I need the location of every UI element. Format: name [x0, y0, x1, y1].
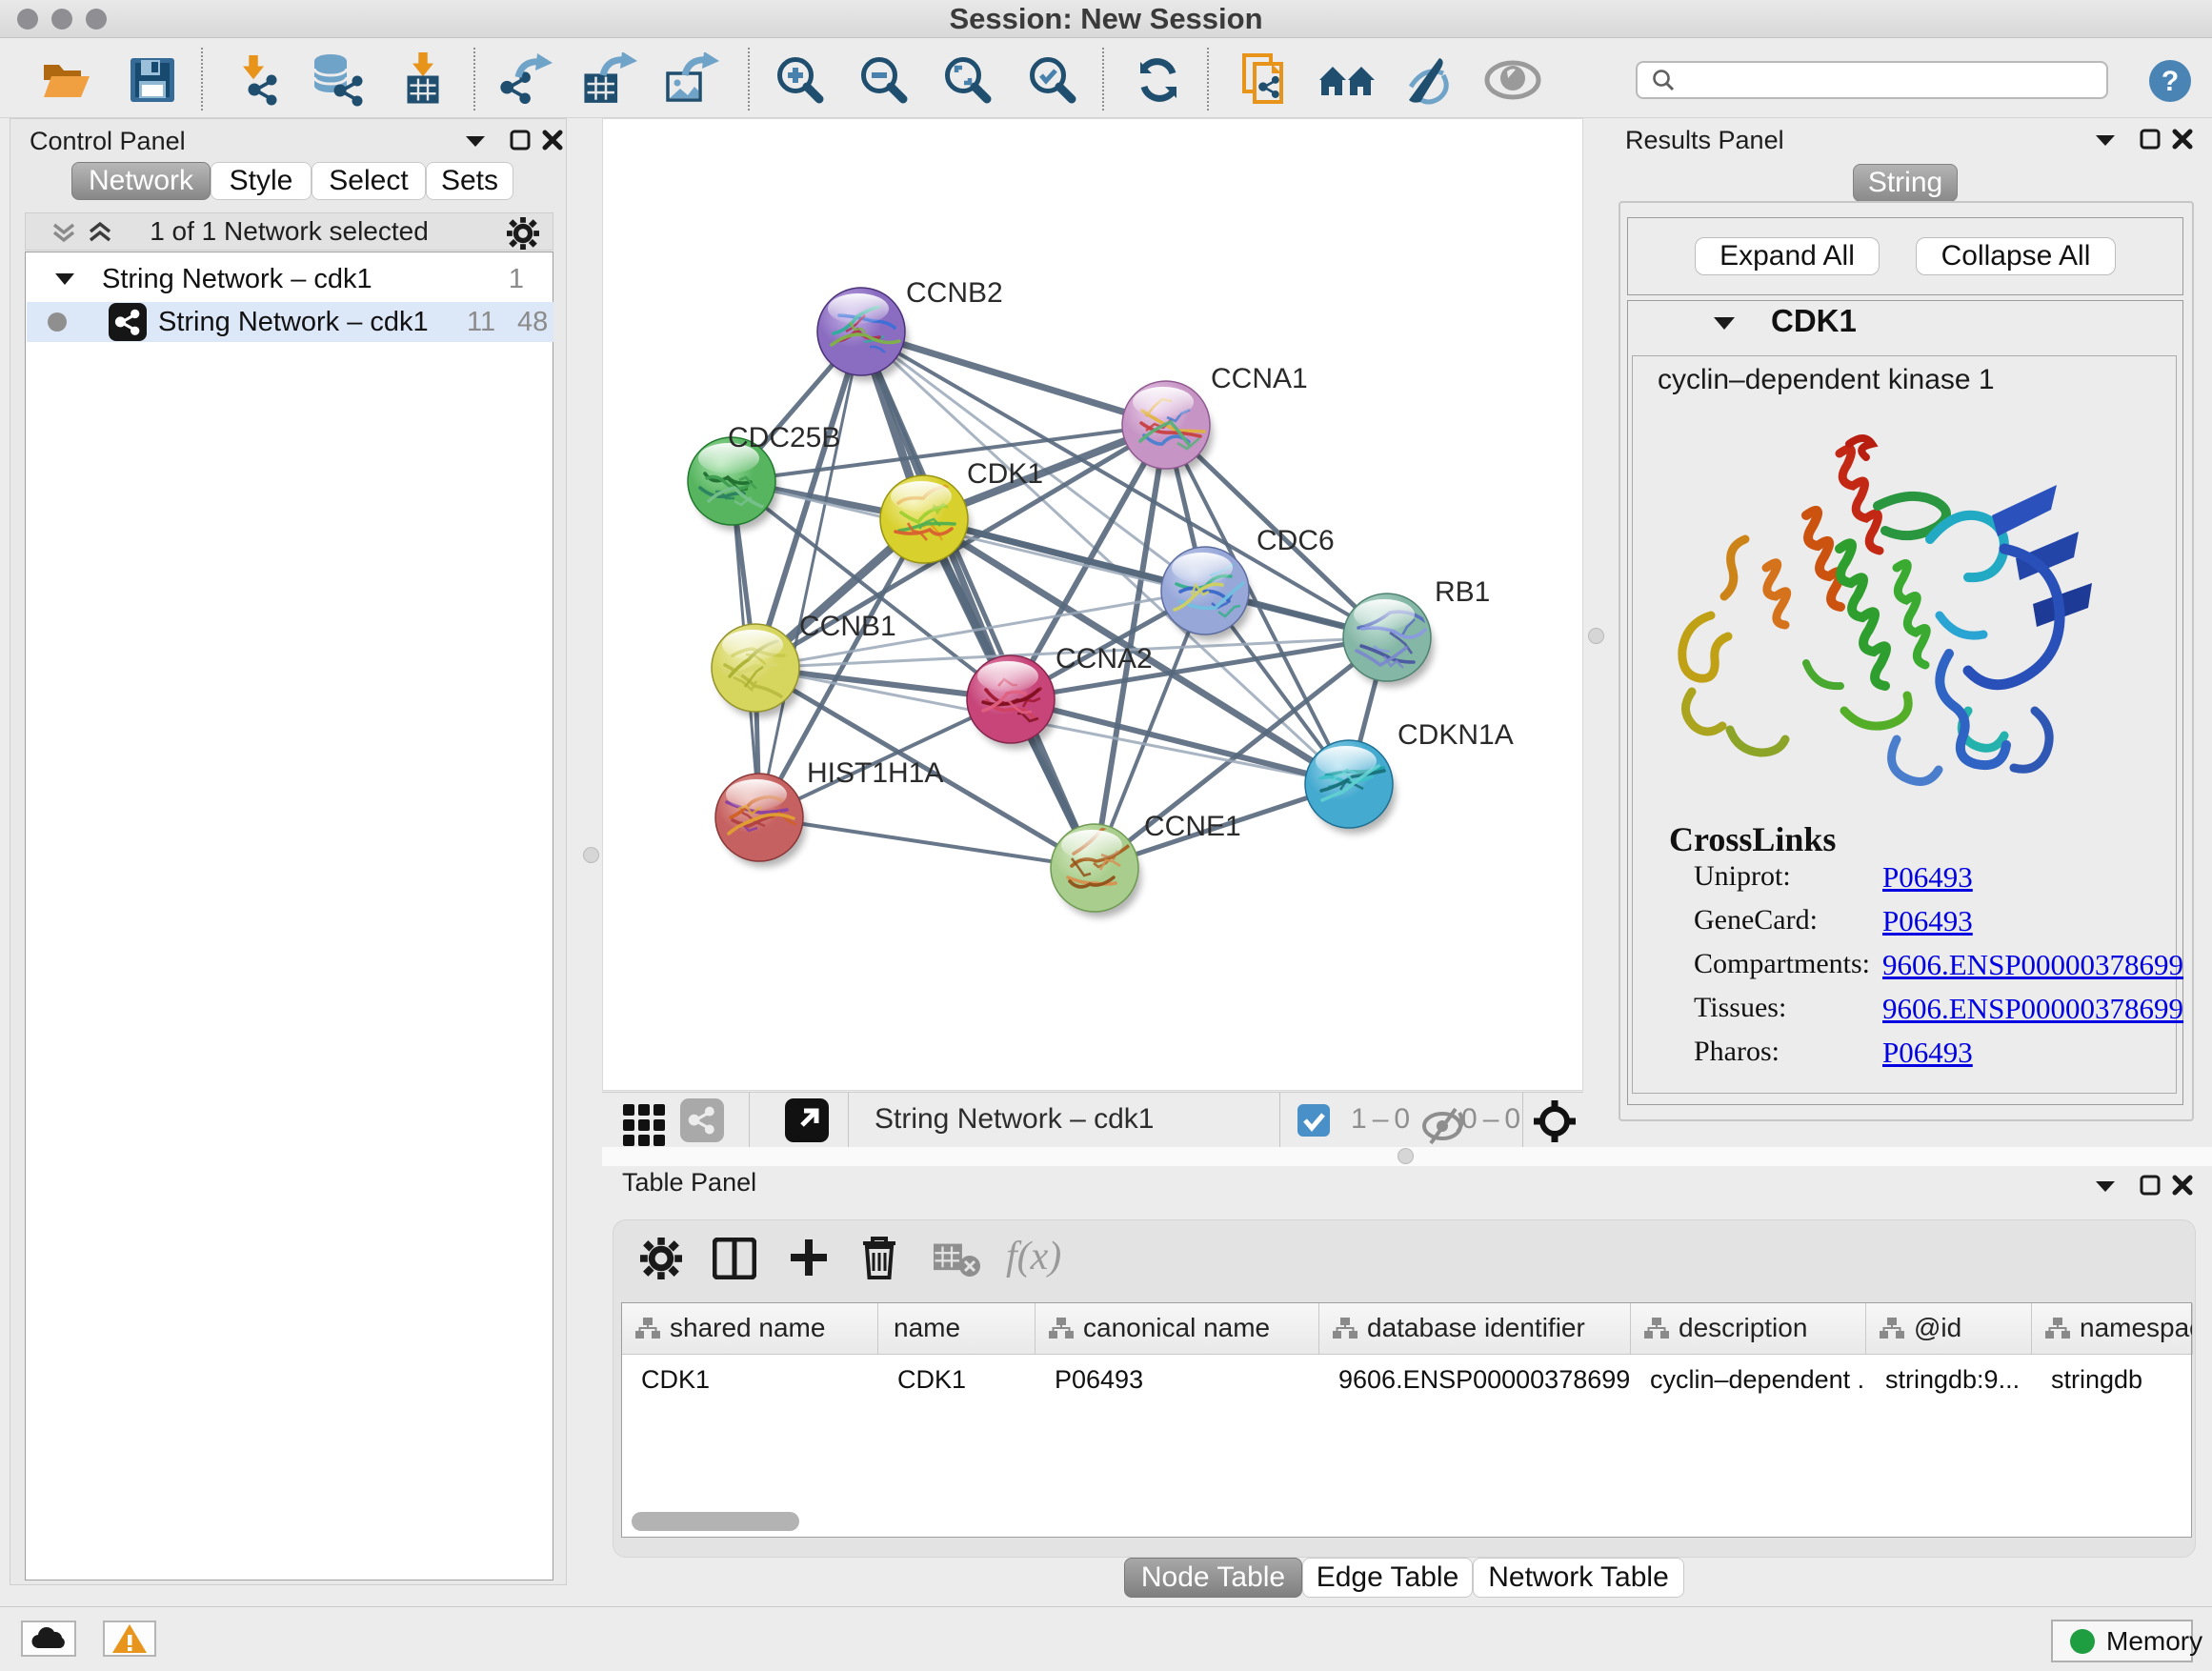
svg-text:CDK1: CDK1: [967, 458, 1043, 490]
svg-text:CDC25B: CDC25B: [728, 422, 840, 453]
svg-text:?: ?: [2162, 66, 2179, 97]
svg-text:CDKN1A: CDKN1A: [1398, 719, 1514, 751]
svg-text:CCNB1: CCNB1: [799, 611, 896, 642]
svg-text:CDC6: CDC6: [1257, 525, 1335, 556]
svg-text:CCNA2: CCNA2: [1056, 643, 1153, 674]
svg-text:HIST1H1A: HIST1H1A: [807, 757, 943, 789]
svg-text:RB1: RB1: [1435, 576, 1490, 608]
svg-text:CCNE1: CCNE1: [1144, 811, 1241, 842]
svg-text:CCNB2: CCNB2: [906, 277, 1003, 309]
svg-text:CCNA1: CCNA1: [1211, 363, 1308, 394]
